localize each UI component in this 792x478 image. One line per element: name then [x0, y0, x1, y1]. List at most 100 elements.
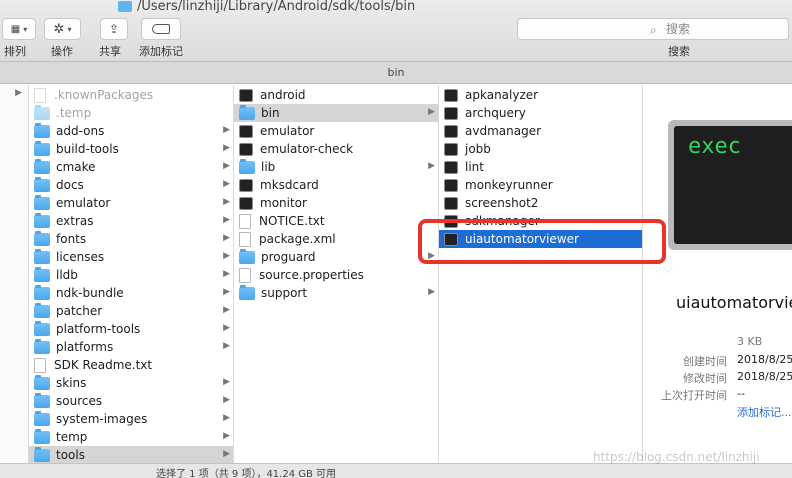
- chevron-right-icon: ▶: [223, 413, 230, 423]
- executable-icon: [239, 178, 253, 192]
- list-item[interactable]: support ▶: [234, 284, 438, 302]
- list-item[interactable]: platform-tools ▶: [29, 320, 233, 338]
- chevron-right-icon: ▶: [15, 88, 22, 98]
- list-item[interactable]: tools ▶: [29, 446, 233, 463]
- chevron-right-icon: ▶: [223, 125, 230, 135]
- executable-icon: [444, 196, 458, 210]
- item-name: extras: [56, 214, 94, 228]
- list-item[interactable]: add-ons ▶: [29, 122, 233, 140]
- list-item[interactable]: android: [234, 86, 438, 104]
- list-item[interactable]: bin ▶: [234, 104, 438, 122]
- preview-file-name: uiautomatorview: [676, 293, 792, 312]
- folder-icon: [34, 140, 50, 156]
- folder-icon: [34, 284, 50, 300]
- item-name: emulator: [260, 124, 315, 138]
- search-input[interactable]: [666, 21, 776, 37]
- list-item[interactable]: apkanalyzer: [439, 86, 642, 104]
- list-item[interactable]: proguard ▶: [234, 248, 438, 266]
- list-item[interactable]: NOTICE.txt: [234, 212, 438, 230]
- list-item[interactable]: mksdcard: [234, 176, 438, 194]
- list-item[interactable]: ndk-bundle ▶: [29, 284, 233, 302]
- chevron-right-icon: ▶: [223, 251, 230, 261]
- item-name: SDK Readme.txt: [54, 358, 153, 372]
- list-item[interactable]: docs ▶: [29, 176, 233, 194]
- list-item[interactable]: emulator: [234, 122, 438, 140]
- item-name: apkanalyzer: [465, 88, 539, 102]
- list-item[interactable]: fonts ▶: [29, 230, 233, 248]
- chevron-right-icon: ▶: [223, 431, 230, 441]
- chevron-right-icon: ▶: [223, 269, 230, 279]
- search-field[interactable]: ⌕: [517, 18, 789, 40]
- folder-icon: [34, 446, 50, 462]
- item-name: licenses: [56, 250, 105, 264]
- list-item[interactable]: SDK Readme.txt: [29, 356, 233, 374]
- list-item[interactable]: .knownPackages: [29, 86, 233, 104]
- list-item[interactable]: archquery: [439, 104, 642, 122]
- list-item[interactable]: package.xml: [234, 230, 438, 248]
- share-label: 共享: [99, 45, 121, 58]
- list-item[interactable]: emulator-check: [234, 140, 438, 158]
- list-item[interactable]: licenses ▶: [29, 248, 233, 266]
- item-name: system-images: [56, 412, 148, 426]
- list-item[interactable]: monitor: [234, 194, 438, 212]
- terminal-icon: exec: [674, 126, 792, 244]
- list-item[interactable]: patcher ▶: [29, 302, 233, 320]
- executable-icon: [444, 88, 458, 102]
- preview-thumbnail: exec: [668, 120, 792, 250]
- item-name: screenshot2: [465, 196, 539, 210]
- list-item[interactable]: screenshot2: [439, 194, 642, 212]
- list-item[interactable]: build-tools ▶: [29, 140, 233, 158]
- folder-icon: [118, 0, 132, 12]
- list-item[interactable]: platforms ▶: [29, 338, 233, 356]
- list-item[interactable]: skins ▶: [29, 374, 233, 392]
- chevron-right-icon: ▶: [223, 305, 230, 315]
- share-button[interactable]: ⇪: [100, 18, 128, 40]
- document-icon: [239, 213, 251, 229]
- folder-icon: [34, 266, 50, 282]
- parent-column[interactable]: ▶: [0, 85, 29, 463]
- item-name: archquery: [465, 106, 526, 120]
- item-name: mksdcard: [260, 178, 319, 192]
- list-item[interactable]: avdmanager: [439, 122, 642, 140]
- chevron-right-icon: ▶: [223, 287, 230, 297]
- chevron-right-icon: ▶: [223, 179, 230, 189]
- list-item[interactable]: cmake ▶: [29, 158, 233, 176]
- item-name: proguard: [261, 250, 316, 264]
- action-button[interactable]: ✲ ▾: [44, 18, 81, 40]
- created-label: 创建时间: [683, 355, 727, 368]
- preview-icon-text: exec: [688, 134, 741, 159]
- search-label: 搜索: [668, 45, 690, 58]
- list-item[interactable]: system-images ▶: [29, 410, 233, 428]
- chevron-right-icon: ▶: [428, 161, 435, 171]
- list-item[interactable]: extras ▶: [29, 212, 233, 230]
- tab-bin[interactable]: bin: [0, 62, 792, 84]
- item-name: platform-tools: [56, 322, 141, 336]
- list-item[interactable]: emulator ▶: [29, 194, 233, 212]
- arrange-button[interactable]: ▦ ▾: [2, 18, 36, 40]
- item-name: temp: [56, 430, 88, 444]
- chevron-right-icon: ▶: [428, 107, 435, 117]
- item-name: monkeyrunner: [465, 178, 553, 192]
- folder-icon: [239, 158, 255, 174]
- sdk-column: .knownPackages .temp add-ons ▶ build-tools ▶ c…: [29, 85, 234, 463]
- chevron-right-icon: ▶: [223, 197, 230, 207]
- list-item[interactable]: sources ▶: [29, 392, 233, 410]
- list-item[interactable]: ▶: [0, 85, 28, 103]
- list-item[interactable]: lldb ▶: [29, 266, 233, 284]
- folder-icon: [34, 176, 50, 192]
- list-item[interactable]: source.properties: [234, 266, 438, 284]
- add-tags-link[interactable]: 添加标记...: [737, 404, 792, 420]
- item-name: .knownPackages: [54, 88, 154, 102]
- list-item[interactable]: lib ▶: [234, 158, 438, 176]
- item-name: cmake: [56, 160, 96, 174]
- grid-icon: ▦: [10, 23, 21, 35]
- list-item[interactable]: lint: [439, 158, 642, 176]
- list-item[interactable]: temp ▶: [29, 428, 233, 446]
- item-name: skins: [56, 376, 87, 390]
- list-item[interactable]: monkeyrunner: [439, 176, 642, 194]
- folder-icon: [34, 320, 50, 336]
- item-name: NOTICE.txt: [259, 214, 325, 228]
- list-item[interactable]: .temp: [29, 104, 233, 122]
- list-item[interactable]: jobb: [439, 140, 642, 158]
- add-tag-button[interactable]: [141, 18, 181, 40]
